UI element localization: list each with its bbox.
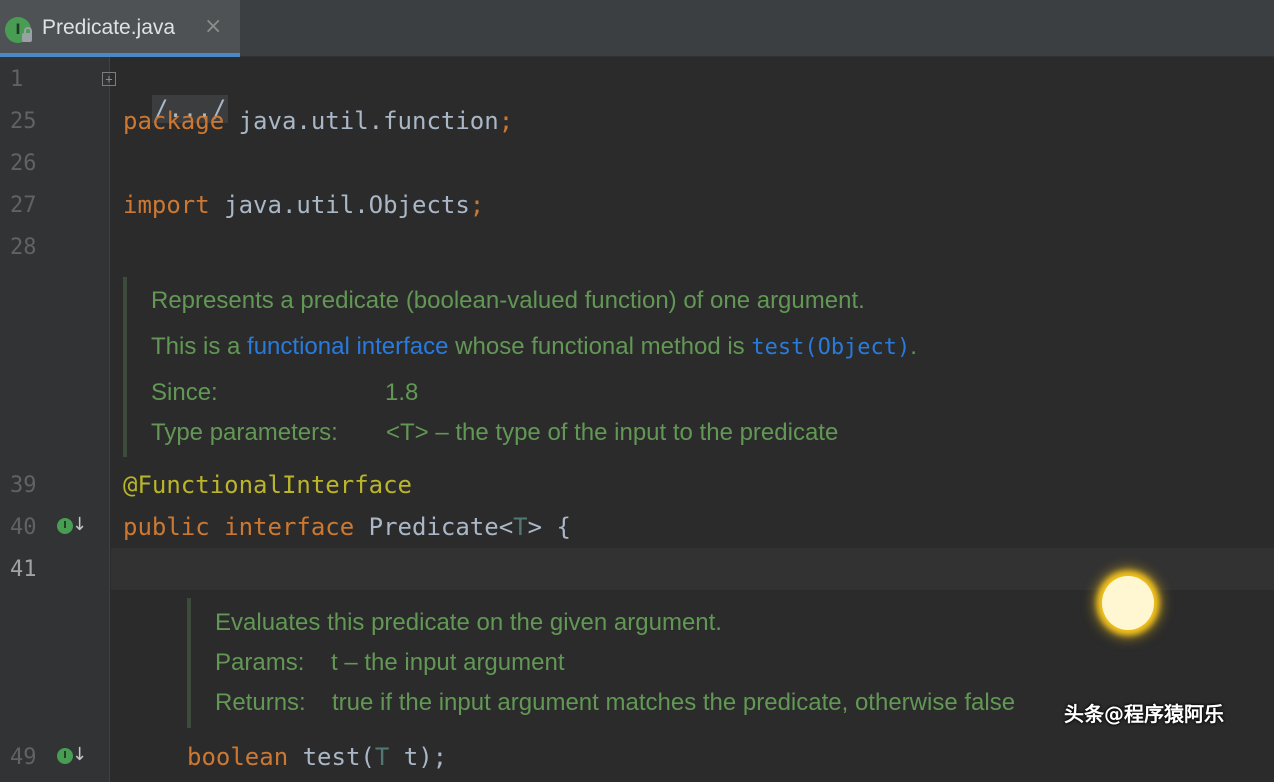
- keyword-import: import: [123, 191, 210, 219]
- type-parameter: T: [374, 743, 390, 771]
- doc-params-value: t – the input argument: [331, 649, 565, 676]
- mouse-cursor-highlight: [1102, 576, 1154, 630]
- arrow-down-icon[interactable]: ↓: [72, 744, 87, 765]
- expand-fold-icon[interactable]: +: [102, 72, 116, 86]
- line-number: 28: [10, 235, 37, 260]
- code-line-declaration[interactable]: public interface Predicate<T> {: [123, 512, 571, 542]
- code-line-method[interactable]: boolean test(T t);: [187, 742, 447, 772]
- doc-returns-label: Returns:: [215, 689, 306, 716]
- doc-type-params-label: Type parameters:: [151, 419, 338, 446]
- doc-type-params-value: <T> – the type of the input to the predi…: [386, 419, 839, 446]
- doc-returns-value: true if the input argument matches the p…: [332, 689, 1016, 716]
- line-number: 39: [10, 473, 37, 498]
- line-number: 27: [10, 193, 37, 218]
- keyword-package: package: [123, 107, 225, 135]
- close-icon[interactable]: ×: [204, 14, 222, 39]
- line-number: 40: [10, 515, 37, 540]
- keyword-interface: interface: [224, 513, 355, 541]
- class-name: Predicate<: [354, 513, 514, 541]
- method-tail: t);: [389, 743, 448, 771]
- doc-params-label: Params:: [215, 649, 305, 676]
- doc-functional-line: This is a functional interface whose fun…: [151, 333, 917, 360]
- semicolon: ;: [498, 107, 514, 135]
- tab-predicate-java[interactable]: I Predicate.java ×: [0, 0, 240, 57]
- doc-border: [123, 277, 127, 457]
- interface-icon: I: [5, 17, 32, 43]
- lock-icon: [22, 27, 32, 42]
- doc-since-value: 1.8: [385, 379, 419, 406]
- implemented-method-icon[interactable]: I: [57, 748, 73, 764]
- link-functional-interface[interactable]: functional interface: [247, 333, 448, 360]
- arrow-down-icon[interactable]: ↓: [72, 514, 87, 535]
- method-open: test(: [288, 743, 375, 771]
- annotation-functional-interface: @FunctionalInterface: [123, 471, 412, 499]
- doc-since-label: Since:: [151, 379, 218, 406]
- keyword-boolean: boolean: [187, 743, 289, 771]
- doc-description: Represents a predicate (boolean-valued f…: [151, 287, 865, 314]
- type-parameter: T: [513, 513, 528, 541]
- class-tail: > {: [527, 513, 571, 541]
- tab-title: Predicate.java: [42, 16, 176, 39]
- code-line-import[interactable]: import java.util.Objects;: [123, 190, 484, 220]
- line-number: 49: [10, 745, 37, 770]
- line-number-current: 41: [10, 557, 37, 582]
- code-line-package[interactable]: package java.util.function;: [123, 106, 513, 136]
- import-name: java.util.Objects: [209, 191, 470, 219]
- line-number: 1: [10, 67, 24, 92]
- package-name: java.util.function: [224, 107, 499, 135]
- editor-tab-bar: I Predicate.java ×: [0, 0, 1274, 57]
- current-line-highlight: [111, 548, 1274, 590]
- keyword-public: public: [123, 513, 210, 541]
- doc-border: [187, 598, 191, 728]
- implemented-interface-icon[interactable]: I: [57, 518, 73, 534]
- line-number: 25: [10, 109, 37, 134]
- doc-description: Evaluates this predicate on the given ar…: [215, 609, 722, 636]
- code-line-annotation[interactable]: @FunctionalInterface: [123, 470, 412, 500]
- semicolon: ;: [469, 191, 485, 219]
- watermark: 头条@程序猿阿乐: [1064, 702, 1224, 726]
- line-number: 26: [10, 151, 37, 176]
- link-test-object[interactable]: test(Object): [751, 335, 910, 360]
